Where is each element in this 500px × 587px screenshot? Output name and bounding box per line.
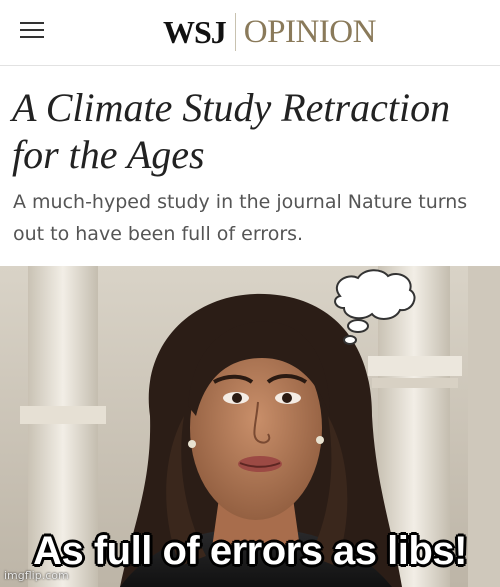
- meme-caption: As full of errors as libs!: [33, 529, 467, 573]
- article-headline: A Climate Study Retraction for the Ages: [12, 85, 451, 177]
- wsj-opinion-logo[interactable]: WSJ OPINION: [163, 12, 376, 52]
- section-label: OPINION: [243, 13, 377, 50]
- logo-divider: [234, 13, 236, 51]
- site-header: WSJ OPINION: [0, 0, 500, 66]
- article-dek: A much-hyped study in the journal Nature…: [13, 191, 468, 245]
- imgflip-watermark: imgflip.com: [4, 569, 69, 582]
- hamburger-menu-icon[interactable]: [20, 20, 44, 40]
- wsj-logo: WSJ: [163, 14, 227, 50]
